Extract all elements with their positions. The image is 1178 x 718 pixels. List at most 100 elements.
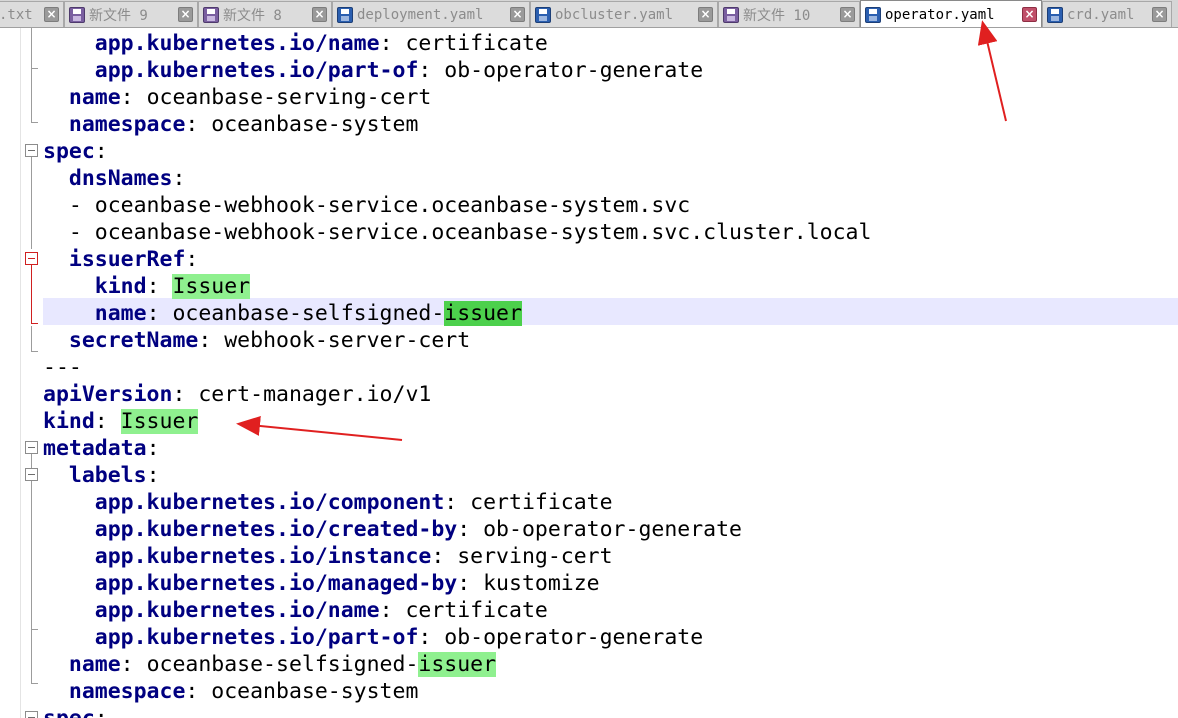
fold-line: [31, 326, 32, 351]
code-line[interactable]: dnsNames:: [43, 165, 186, 192]
tab-txt[interactable]: .txt ×: [0, 1, 64, 27]
yaml-value: ob-operator-generate: [444, 625, 704, 650]
fold-toggle-issuerref[interactable]: [25, 252, 38, 265]
code-line[interactable]: app.kubernetes.io/instance: serving-cert: [43, 543, 613, 570]
yaml-separator: :: [185, 112, 212, 137]
code-line[interactable]: issuerRef:: [43, 246, 198, 273]
code-line[interactable]: app.kubernetes.io/managed-by: kustomize: [43, 570, 600, 597]
close-icon[interactable]: ×: [1152, 7, 1167, 22]
yaml-value: webhook-server-cert: [224, 328, 471, 353]
tab-obcluster-yaml[interactable]: obcluster.yaml ×: [530, 1, 718, 27]
saved-file-icon: [865, 6, 881, 23]
tab-label: .txt: [0, 6, 33, 23]
fold-line: [31, 454, 32, 468]
yaml-separator: :: [457, 517, 484, 542]
fold-toggle-spec[interactable]: [25, 144, 38, 157]
yaml-separator: :: [172, 382, 199, 407]
code-line[interactable]: app.kubernetes.io/name: certificate: [43, 597, 548, 624]
code-line[interactable]: namespace: oceanbase-system: [43, 111, 419, 138]
saved-file-icon: [1047, 6, 1063, 23]
tab-operator-yaml[interactable]: operator.yaml ×: [860, 0, 1042, 27]
close-icon[interactable]: ×: [698, 7, 713, 22]
yaml-key: labels: [68, 463, 147, 488]
code-line[interactable]: app.kubernetes.io/part-of: ob-operator-g…: [43, 624, 703, 651]
yaml-value: ---: [43, 355, 82, 380]
fold-gutter: [22, 28, 42, 718]
yaml-separator: :: [146, 274, 173, 299]
code-line[interactable]: app.kubernetes.io/created-by: ob-operato…: [43, 516, 742, 543]
code-line[interactable]: app.kubernetes.io/component: certificate: [43, 489, 613, 516]
yaml-value: certificate: [470, 490, 613, 515]
yaml-value: - oceanbase-webhook-service.oceanbase-sy…: [68, 220, 872, 245]
fold-toggle-spec-2[interactable]: [25, 711, 38, 718]
code-line[interactable]: ---: [43, 354, 82, 381]
yaml-key: namespace: [68, 679, 186, 704]
yaml-key: namespace: [68, 112, 186, 137]
tab-deployment-yaml[interactable]: deployment.yaml ×: [332, 1, 530, 27]
yaml-key: app.kubernetes.io/created-by: [94, 517, 458, 542]
code-line[interactable]: metadata:: [43, 435, 160, 462]
code-line[interactable]: spec:: [43, 705, 108, 718]
code-line[interactable]: kind: Issuer: [43, 408, 199, 435]
yaml-key: issuerRef: [68, 247, 186, 272]
yaml-separator: :: [146, 463, 160, 488]
yaml-separator: :: [146, 436, 160, 461]
tab-crd-yaml[interactable]: crd.yaml ×: [1042, 1, 1172, 27]
yaml-separator: :: [185, 679, 212, 704]
yaml-key: spec: [43, 706, 95, 718]
fold-end: [31, 68, 38, 69]
yaml-separator: :: [444, 490, 471, 515]
close-icon[interactable]: ×: [44, 7, 59, 22]
code-line[interactable]: app.kubernetes.io/name: certificate: [43, 30, 548, 57]
saved-file-icon: [337, 6, 353, 23]
search-match-highlight: issuer: [418, 652, 497, 677]
close-icon[interactable]: ×: [840, 7, 855, 22]
fold-end: [31, 323, 38, 324]
yaml-separator: :: [379, 598, 406, 623]
code-line[interactable]: app.kubernetes.io/part-of: ob-operator-g…: [43, 57, 703, 84]
close-icon[interactable]: ×: [1022, 7, 1037, 22]
fold-toggle-labels[interactable]: [25, 468, 38, 481]
code-line[interactable]: name: oceanbase-selfsigned-issuer: [43, 300, 522, 327]
code-line[interactable]: secretName: webhook-server-cert: [43, 327, 470, 354]
yaml-value: oceanbase-system: [211, 112, 419, 137]
close-icon[interactable]: ×: [312, 7, 327, 22]
yaml-value: ob-operator-generate: [444, 58, 704, 83]
code-editor[interactable]: app.kubernetes.io/name: certificate app.…: [0, 28, 1178, 718]
code-line[interactable]: name: oceanbase-serving-cert: [43, 84, 431, 111]
code-line[interactable]: labels:: [43, 462, 160, 489]
yaml-key: app.kubernetes.io/name: [94, 31, 380, 56]
tab-new-file-8[interactable]: 新文件 8 ×: [198, 1, 332, 27]
yaml-separator: :: [120, 652, 147, 677]
code-line[interactable]: - oceanbase-webhook-service.oceanbase-sy…: [43, 192, 690, 219]
tab-new-file-10[interactable]: 新文件 10 ×: [718, 1, 860, 27]
close-icon[interactable]: ×: [510, 7, 525, 22]
code-line[interactable]: namespace: oceanbase-system: [43, 678, 419, 705]
code-line[interactable]: apiVersion: cert-manager.io/v1: [43, 381, 431, 408]
yaml-separator: :: [172, 166, 186, 191]
yaml-value: oceanbase-selfsigned-: [146, 652, 419, 677]
yaml-value: oceanbase-serving-cert: [146, 85, 432, 110]
tab-label: 新文件 8: [223, 7, 282, 24]
code-line[interactable]: name: oceanbase-selfsigned-issuer: [43, 651, 497, 678]
fold-line: [31, 481, 32, 629]
yaml-separator: :: [418, 625, 445, 650]
yaml-separator: :: [379, 31, 406, 56]
code-line[interactable]: spec:: [43, 138, 108, 165]
unsaved-file-icon: [723, 6, 739, 23]
close-icon[interactable]: ×: [178, 7, 193, 22]
fold-toggle-metadata[interactable]: [25, 441, 38, 454]
tab-new-file-9[interactable]: 新文件 9 ×: [64, 1, 198, 27]
code-line[interactable]: - oceanbase-webhook-service.oceanbase-sy…: [43, 219, 872, 246]
code-line[interactable]: kind: Issuer: [43, 273, 251, 300]
yaml-separator: :: [418, 58, 445, 83]
selected-match-highlight: issuer: [444, 301, 522, 326]
